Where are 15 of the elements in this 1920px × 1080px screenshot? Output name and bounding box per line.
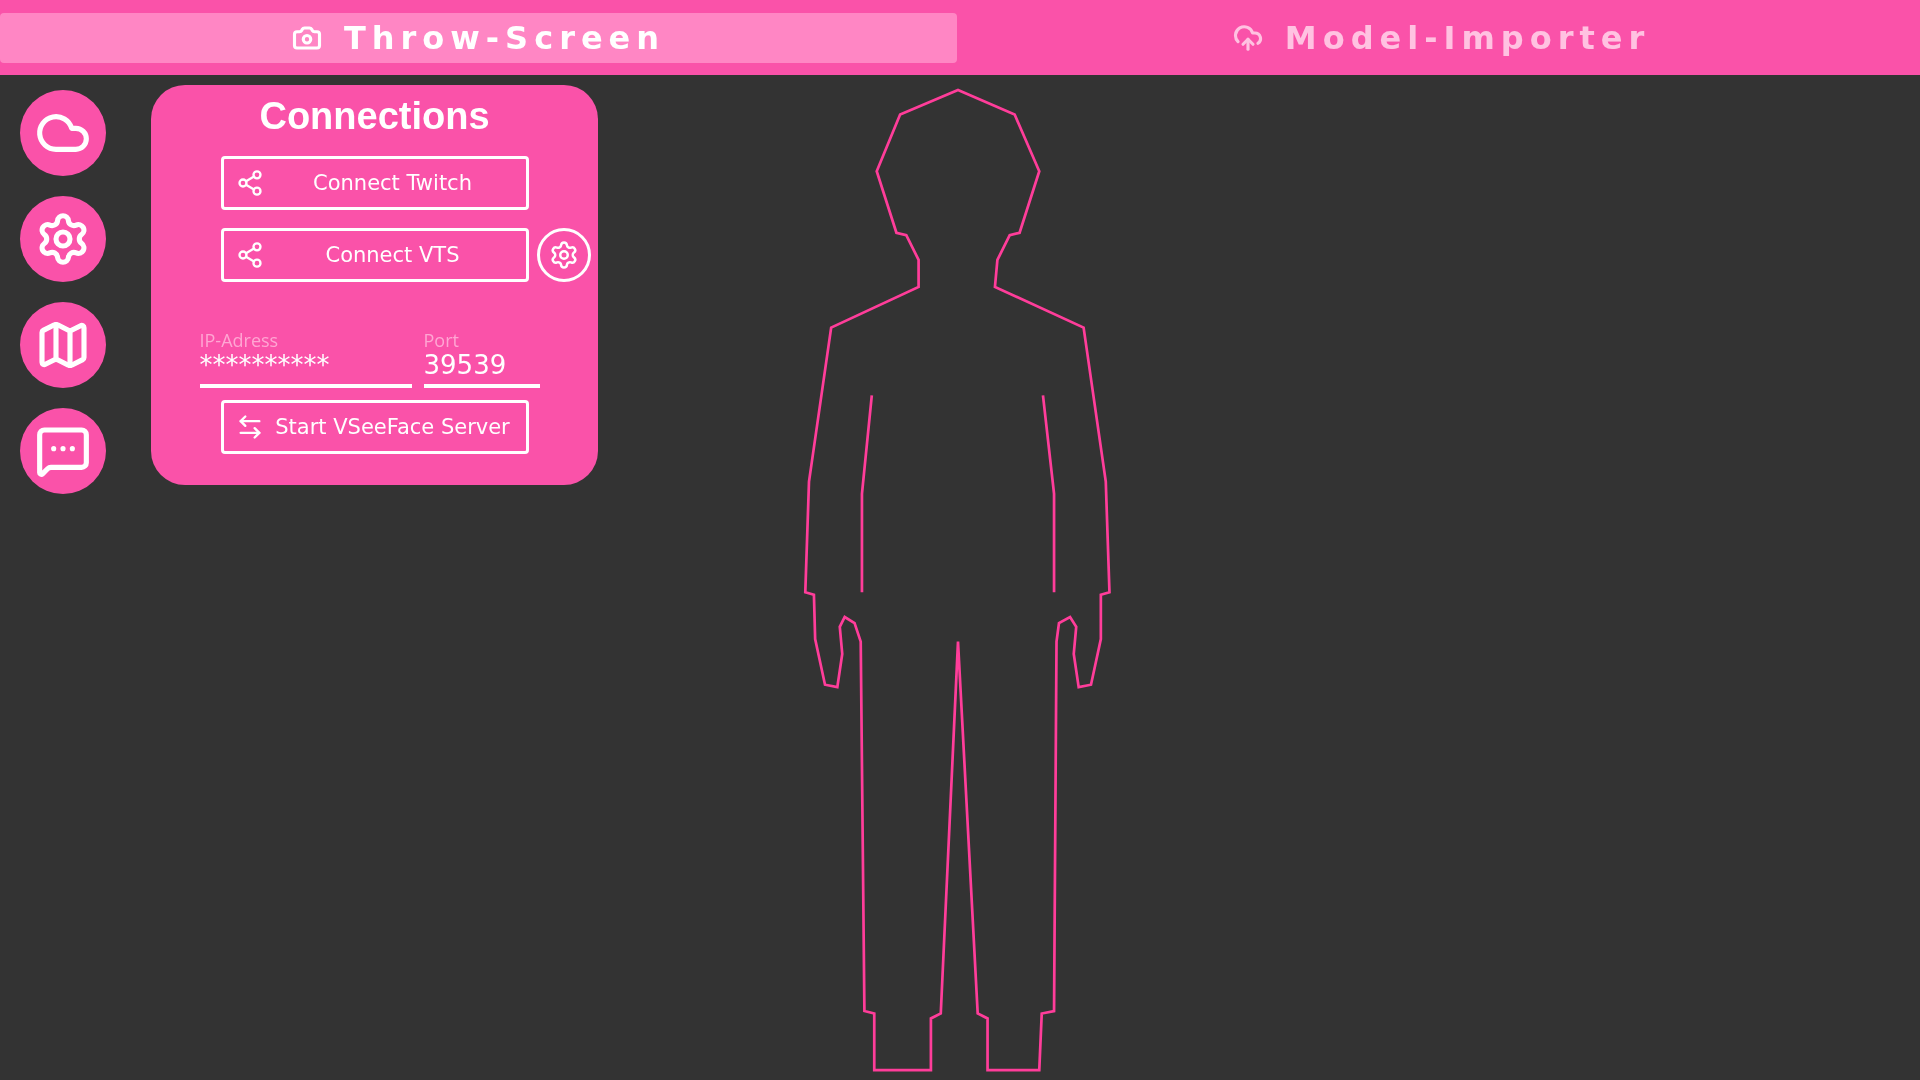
port-field[interactable]: 39539 xyxy=(423,350,540,388)
cloud-upload-icon xyxy=(1232,22,1263,53)
share-icon xyxy=(235,169,264,197)
tab[interactable]: Model-Importer xyxy=(963,12,1920,63)
field-label: IP-Adress xyxy=(199,330,279,350)
panel-title: Connections xyxy=(259,95,490,138)
settings-icon xyxy=(548,240,579,270)
tab[interactable]: Throw-Screen xyxy=(0,12,957,63)
ip-address-field[interactable]: ********** xyxy=(199,350,412,388)
field-label: Port xyxy=(423,330,459,350)
start-server-button[interactable]: Start VSeeFace Server xyxy=(220,400,529,454)
connect-button[interactable]: Connect VTS xyxy=(220,228,529,282)
settings-button[interactable] xyxy=(536,228,591,282)
connect-button[interactable]: Connect Twitch xyxy=(220,156,529,210)
share-icon xyxy=(235,241,264,269)
